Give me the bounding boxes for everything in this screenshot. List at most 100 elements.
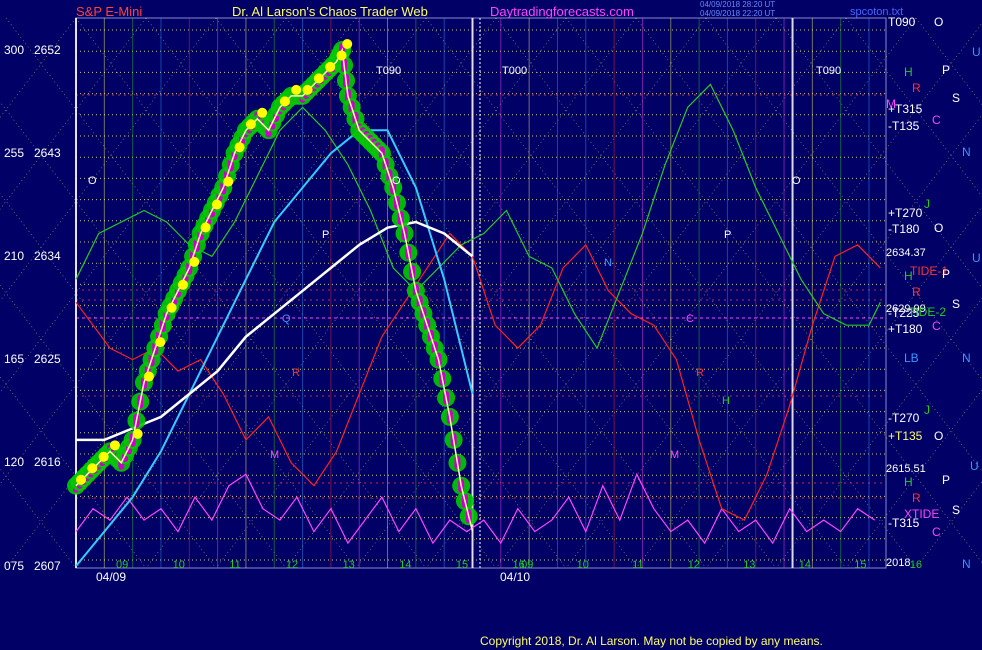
series-letter: C [932,113,941,127]
y-axis-outer-label: 075 [4,559,24,573]
series-letter: U [972,45,981,59]
series-letter: N [962,557,971,571]
harmonic-label: +T135 [888,429,923,443]
price-high-marker [245,119,256,130]
price-high-marker [132,428,143,439]
series-letter: R [912,285,921,299]
price-high-marker [109,440,120,451]
chart-annotation: O [792,175,801,187]
price-high-marker [223,176,234,187]
price-high-marker [177,279,188,290]
website-link[interactable]: Daytradingforecasts.com [490,4,634,19]
price-label: 2615.51 [886,463,926,475]
harmonic-label: -T180 [888,222,920,236]
price-high-marker [342,39,353,49]
data-file-name: spcoton.txt [850,6,904,18]
harmonic-label: -T270 [888,411,920,425]
y-axis-price-label: 2643 [34,146,61,160]
series-letter: S [952,503,960,517]
chaos-chart: 300 255 210 165 120 075 2652 2643 2634 2625 2616 26… [0,0,982,650]
y-axis-outer-label: 120 [4,455,24,469]
chart-annotation: T090 [816,65,841,77]
y-axis-outer-label: 210 [4,249,24,263]
price-label: 2634.37 [886,247,926,259]
chart-annotation: T090 [376,65,401,77]
series-letter: O [934,221,943,235]
instrument-title: S&P E-Mini [76,4,143,19]
series-letter: C [932,525,941,539]
x-tick-day2: 10 [577,559,589,571]
chart-annotation: O [392,175,401,187]
chart-annotation: P [322,229,329,241]
x-tick-day2: 11 [632,559,643,571]
price-high-marker [76,474,86,485]
price-high-marker [98,451,109,462]
chart-annotation: C [686,313,694,325]
xtide-tag: XTIDE [904,507,939,521]
price-high-marker [166,302,177,313]
copyright-notice: Copyright 2018, Dr. Al Larson. May not b… [480,634,823,648]
series-letter: O [934,15,943,29]
y-axis-price-label: 2625 [34,352,61,366]
x-tick-day1: 15 [456,559,468,571]
x-tick-day2: 12 [688,559,700,571]
series-letter: C [932,319,941,333]
chart-background [0,0,982,650]
price-high-marker [302,84,313,95]
price-high-marker [234,142,245,153]
chart-annotation: P [724,229,731,241]
series-letter: R [912,491,921,505]
price-high-marker [200,222,211,233]
chart-annotation: M [270,449,279,461]
price-high-marker [211,199,222,210]
series-letter: R [912,81,921,95]
x-tick-day1: 12 [286,559,298,571]
series-letter: LB [904,351,919,365]
series-letter: H [904,475,913,489]
series-letter: U [970,459,979,473]
chart-annotation: O [88,175,97,187]
chart-annotation: R [292,367,300,379]
price-high-marker [291,84,302,95]
series-letter: S [952,91,960,105]
price-high-marker [143,371,154,382]
x-tick-day1: 10 [173,559,185,571]
x-tick-day2: 15 [854,559,866,571]
harmonic-label: +T180 [888,322,923,336]
price-high-marker [257,107,268,118]
y-axis-outer-label: 165 [4,352,24,366]
chart-annotation: R [696,367,704,379]
series-letter: S [952,297,960,311]
author-title: Dr. Al Larson's Chaos Trader Web [232,4,428,19]
timestamp-line-2: 04/09/2018 22:20 UT [700,9,776,18]
y-axis-price-label: 2607 [34,559,61,573]
date-label-day1: 04/09 [96,570,127,584]
price-high-marker [325,61,336,72]
y-axis-price-label: 2652 [34,43,61,57]
x-tick-day1: 14 [399,559,411,571]
x-tick-day1: 13 [343,559,355,571]
price-high-marker [279,96,290,107]
series-letter: P [942,63,950,77]
harmonic-label: -T135 [888,119,920,133]
series-letter: N [962,145,971,159]
y-axis-outer-label: 255 [4,146,24,160]
chart-annotation: Q [282,313,291,325]
harmonic-label: +T270 [888,206,923,220]
price-high-marker [87,463,98,474]
tide2-tag: TIDE-2 [908,305,946,319]
x-tick-day2: 13 [743,559,755,571]
price-high-marker [155,337,166,348]
series-letter: H [904,65,913,79]
series-letter: P [942,473,950,487]
chart-annotation: M [670,449,679,461]
chart-annotation: T000 [502,65,527,77]
timestamp-line-1: 04/09/2018 28:20 UT [700,0,776,9]
series-letter: H [904,269,913,283]
chart-annotation: N [604,257,612,269]
series-letter: U [972,251,981,265]
y-axis-price-label: 2634 [34,249,61,263]
series-letter: J [924,197,930,211]
price-high-marker [313,73,324,84]
series-letter: J [924,403,930,417]
